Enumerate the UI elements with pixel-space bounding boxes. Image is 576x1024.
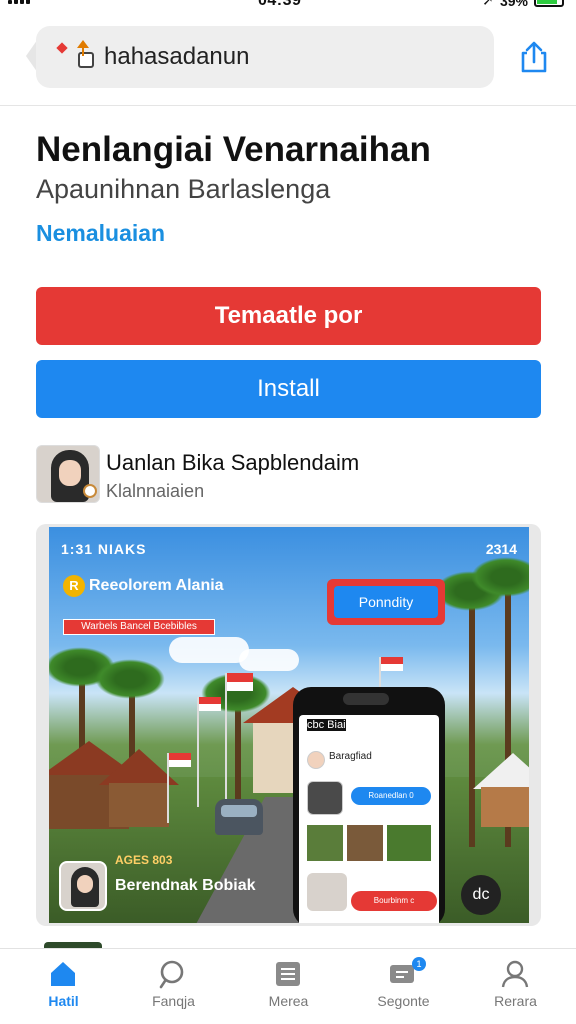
screenshot-pill-label: Ponndity [334, 586, 438, 618]
screenshot-status-right: 2314 [485, 541, 517, 557]
phone-blue-chip: Roanedlan 0 [351, 787, 431, 805]
install-button[interactable]: Install [36, 360, 541, 418]
car-image [215, 799, 263, 835]
phone-top-label: cbc Biai [307, 719, 346, 731]
screenshot-pill: Ponndity [327, 579, 445, 625]
tab-label: Hatil [48, 993, 79, 1009]
developer-name[interactable]: Uanlan Bika Sapblendaim [106, 450, 359, 476]
tab-label: Merea [268, 993, 309, 1009]
caption-avatar [59, 861, 107, 911]
developer-avatar[interactable] [36, 445, 100, 503]
browser-toolbar: hahasadanun [0, 14, 576, 106]
notification-badge: 1 [412, 957, 426, 971]
status-time: 04:39 [258, 0, 302, 9]
phone-avatar-2 [307, 873, 347, 911]
tab-home[interactable]: Hatil [6, 949, 121, 1024]
screenshot-caption: Berendnak Bobiak [115, 877, 256, 894]
screenshot-tag-text: Reeolorem Alania [89, 577, 224, 594]
status-right: ➚ 39% [482, 0, 564, 9]
battery-percent: 39% [499, 0, 528, 9]
home-icon [51, 962, 75, 986]
phone-avatar [307, 751, 325, 769]
phone-mockup: cbc Biai Baragfiad Roanedlan 0 Bourbinm … [293, 687, 445, 923]
badge-icon: R [63, 575, 85, 597]
signal-icon [8, 0, 38, 8]
app-subtitle: Apaunihnan Barlaslenga [36, 174, 331, 204]
caption-small: AGES 803 [115, 853, 173, 867]
list-icon [276, 962, 300, 986]
developer-link[interactable]: Nemaluaian [36, 220, 165, 247]
lock-icon [77, 40, 94, 68]
primary-red-button[interactable]: Temaatle por [36, 287, 541, 345]
tab-list[interactable]: Merea [231, 949, 346, 1024]
person-icon [501, 960, 529, 988]
location-icon: ➚ [482, 0, 494, 8]
screenshot-status-left: 1:31 NIAKS [61, 541, 147, 557]
screenshot-strip-label: Warbels Bancel Bcebibles [63, 619, 215, 635]
tab-label: Rerara [494, 993, 537, 1009]
share-icon[interactable] [518, 40, 550, 74]
tab-messages[interactable]: 1 Segonte [346, 949, 461, 1024]
tab-profile[interactable]: Rerara [458, 949, 573, 1024]
app-screenshot[interactable]: 1:31 NIAKS 2314 R Reeolorem Alania Warbe… [49, 527, 529, 923]
tab-bar: Hatil Fanqja Merea 1 Segonte Rerara [0, 948, 576, 1024]
developer-subtitle: Klalnnaiaien [106, 481, 205, 501]
tab-label: Segonte [377, 993, 430, 1009]
tab-label: Fanqja [152, 993, 195, 1009]
phone-red-chip: Bourbinm c [351, 891, 437, 911]
battery-icon [534, 0, 564, 7]
search-icon [159, 960, 184, 989]
phone-row-label: Baragfiad [329, 751, 372, 762]
url-text[interactable]: hahasadanun [104, 43, 249, 71]
app-title: Nenlangiai Venarnaihan [36, 130, 431, 169]
floating-action-button[interactable]: dc [461, 875, 501, 915]
status-bar: 04:39 ➚ 39% [0, 0, 576, 14]
tab-search[interactable]: Fanqja [116, 949, 231, 1024]
